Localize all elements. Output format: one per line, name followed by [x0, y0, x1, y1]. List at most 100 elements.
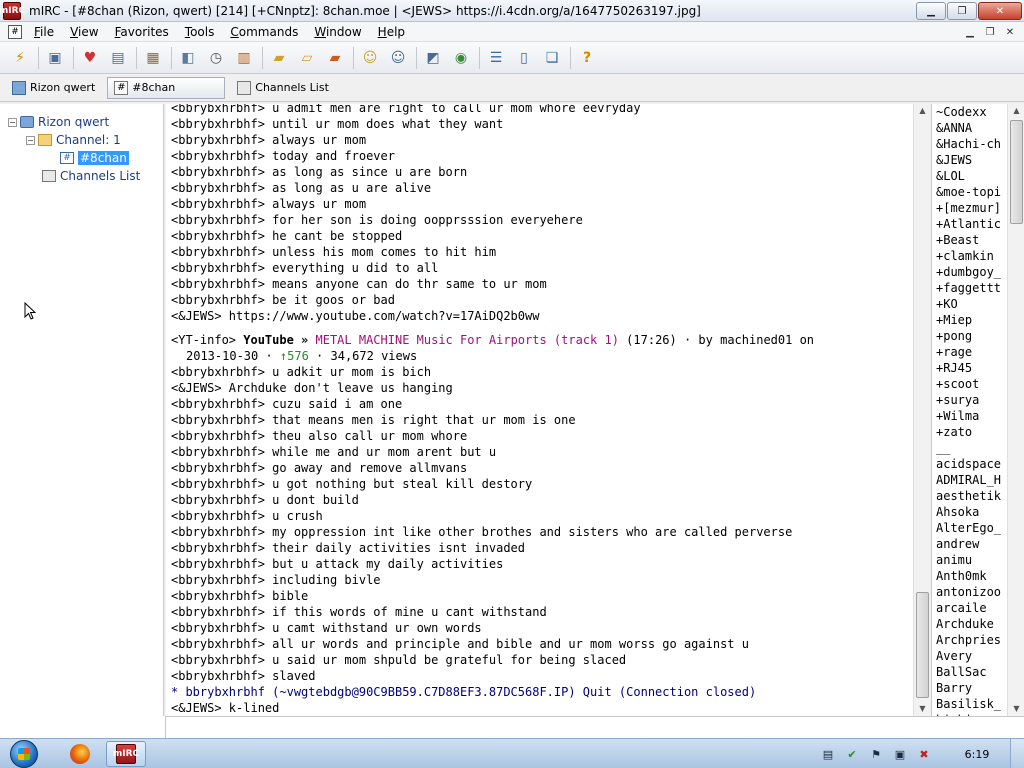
timer-button[interactable]: ◷ [206, 48, 226, 68]
nicklist-item[interactable]: +zato [936, 424, 1007, 440]
nicklist-item[interactable]: Archpries [936, 632, 1007, 648]
nicklist-item[interactable]: __ [936, 440, 1007, 456]
menu-view[interactable]: View [62, 25, 106, 39]
maximize-button[interactable]: ❐ [947, 2, 977, 20]
options-button[interactable]: ▣ [45, 48, 65, 68]
scroll-up-icon[interactable]: ▲ [914, 104, 931, 118]
mdi-close-button[interactable]: ✕ [1002, 25, 1018, 39]
minimize-button[interactable]: ▁ [916, 2, 946, 20]
nicklist-item[interactable]: Basilisk_ [936, 696, 1007, 712]
channels-list-button[interactable]: ▤ [108, 48, 128, 68]
nicklist-item[interactable]: Archduke [936, 616, 1007, 632]
menu-window[interactable]: Window [306, 25, 369, 39]
nicklist-item[interactable]: Avery [936, 648, 1007, 664]
nicklist-item[interactable]: &moe-topi [936, 184, 1007, 200]
online-timer-button[interactable]: ◉ [451, 48, 471, 68]
tree-item-8chan[interactable]: # #8chan [60, 150, 129, 166]
nicklist-item[interactable]: &JEWS [936, 152, 1007, 168]
nicklist-item[interactable]: +Miep [936, 312, 1007, 328]
dcc-send-button[interactable]: ▰ [269, 48, 289, 68]
nicklist-item[interactable]: +KO [936, 296, 1007, 312]
scroll-up-icon[interactable]: ▲ [1008, 104, 1024, 118]
colors-button[interactable]: ▥ [234, 48, 254, 68]
taskbar-mirc[interactable]: mIRC [106, 741, 146, 767]
tree-item-network[interactable]: − Rizon qwert [8, 114, 109, 130]
nicklist-item[interactable]: AlterEgo_ [936, 520, 1007, 536]
cascade-button[interactable]: ❏ [542, 48, 562, 68]
nicklist-item[interactable]: +pong [936, 328, 1007, 344]
nicklist-item[interactable]: acidspace [936, 456, 1007, 472]
nicklist-item[interactable]: Ahsoka [936, 504, 1007, 520]
nicklist-item[interactable]: &LOL [936, 168, 1007, 184]
chat-scrollbar[interactable]: ▲ ▼ [913, 104, 930, 716]
nicklist-item[interactable]: &Hachi-ch [936, 136, 1007, 152]
tile-horizontal-button[interactable]: ☰ [486, 48, 506, 68]
menu-commands[interactable]: Commands [222, 25, 306, 39]
tile-vertical-button[interactable]: ▯ [514, 48, 534, 68]
nicklist-scrollbar[interactable]: ▲ ▼ [1007, 104, 1024, 716]
nicklist-item[interactable]: +dumbgoy_ [936, 264, 1007, 280]
menu-tools[interactable]: Tools [177, 25, 223, 39]
nicklist-item[interactable]: +faggettt [936, 280, 1007, 296]
nicklist-item[interactable]: +RJ45 [936, 360, 1007, 376]
nicklist-item[interactable]: BallSac [936, 664, 1007, 680]
received-files-button[interactable]: ☺ [360, 48, 380, 68]
nicklist[interactable]: ~Codexx &ANNA &Hachi-ch &JEWS &LOL &moe-topi +… [931, 104, 1007, 716]
logs-button[interactable]: ☺ [388, 48, 408, 68]
volume-muted-icon[interactable]: ✖ [916, 746, 932, 762]
nicklist-item[interactable]: &ANNA [936, 120, 1007, 136]
message-input[interactable] [166, 717, 1024, 739]
collapse-icon[interactable]: − [8, 117, 17, 127]
nicklist-item[interactable]: Barry [936, 680, 1007, 696]
mdi-minimize-button[interactable]: ▁ [962, 25, 978, 39]
collapse-icon[interactable]: − [26, 135, 35, 145]
flag-icon[interactable]: ⚑ [868, 746, 884, 762]
close-button[interactable]: ✕ [978, 2, 1022, 20]
nicklist-item[interactable]: animu [936, 552, 1007, 568]
tree-item-channels-list[interactable]: Channels List [42, 168, 140, 184]
clipboard-icon[interactable]: ▤ [820, 746, 836, 762]
nicklist-item[interactable]: arcaile [936, 600, 1007, 616]
channel-menu-icon[interactable]: # [8, 24, 22, 39]
notify-button[interactable]: ◧ [178, 48, 198, 68]
nicklist-item[interactable]: +rage [936, 344, 1007, 360]
nicklist-item[interactable]: +Beast [936, 232, 1007, 248]
tree-item-folder[interactable]: − Channel: 1 [26, 132, 121, 148]
connect-button[interactable]: ⚡ [10, 48, 30, 68]
chat-window[interactable]: <bbrybxhrbhf> u admit men are right to c… [166, 104, 913, 716]
network-icon[interactable]: ▣ [892, 746, 908, 762]
url-list-button[interactable]: ◩ [423, 48, 443, 68]
tab-rizon-qwert[interactable]: Rizon qwert [6, 77, 101, 99]
menu-help[interactable]: Help [370, 25, 413, 39]
nicklist-item[interactable]: +[mezmur] [936, 200, 1007, 216]
scroll-down-icon[interactable]: ▼ [914, 702, 931, 716]
tab-channels-list[interactable]: Channels List [231, 77, 335, 99]
start-button[interactable] [4, 739, 44, 768]
scripts-editor-button[interactable]: ▦ [143, 48, 163, 68]
address-book-button[interactable]: ♥ [80, 48, 100, 68]
dcc-chat-button[interactable]: ▱ [297, 48, 317, 68]
chat-scroll-thumb[interactable] [916, 592, 929, 698]
nicklist-item[interactable]: andrew [936, 536, 1007, 552]
menu-file[interactable]: File [26, 25, 62, 39]
menu-favorites[interactable]: Favorites [107, 25, 177, 39]
nicklist-item[interactable]: antonizoo [936, 584, 1007, 600]
nicklist-item[interactable]: ~Codexx [936, 104, 1007, 120]
nicklist-scroll-thumb[interactable] [1010, 120, 1023, 224]
show-desktop-button[interactable] [1010, 739, 1024, 768]
mdi-restore-button[interactable]: ❐ [982, 25, 998, 39]
nicklist-item[interactable]: +Atlantic [936, 216, 1007, 232]
mirc-app-icon[interactable]: mIRC [0, 1, 25, 20]
nicklist-item[interactable]: +clamkin [936, 248, 1007, 264]
scroll-down-icon[interactable]: ▼ [1008, 702, 1024, 716]
taskbar-clock[interactable]: 6:19 [962, 739, 992, 768]
taskbar-firefox[interactable] [60, 741, 100, 767]
nicklist-item[interactable]: ADMIRAL_H [936, 472, 1007, 488]
tab-8chan[interactable]: # #8chan [107, 76, 226, 99]
nicklist-item[interactable]: aesthetik [936, 488, 1007, 504]
nicklist-item[interactable]: +scoot [936, 376, 1007, 392]
dcc-get-button[interactable]: ▰ [325, 48, 345, 68]
nicklist-item[interactable]: Anth0mk [936, 568, 1007, 584]
nicklist-item[interactable]: +Wilma [936, 408, 1007, 424]
security-icon[interactable]: ✔ [844, 746, 860, 762]
